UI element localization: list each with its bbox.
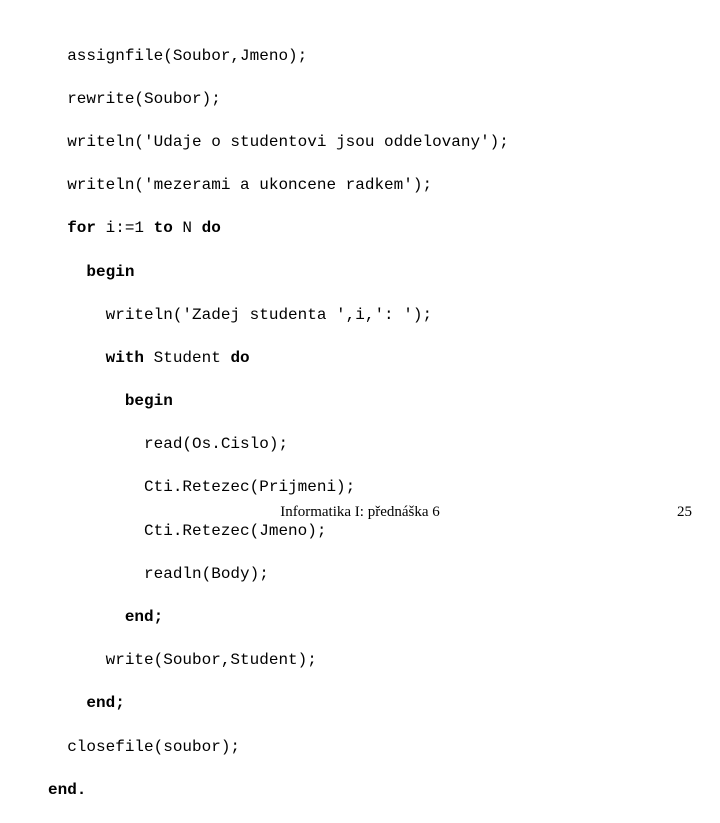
- code-line: begin: [48, 262, 720, 284]
- footer-title: Informatika I: přednáška 6: [0, 502, 720, 522]
- code-block: assignfile(Soubor,Jmeno); rewrite(Soubor…: [0, 0, 720, 823]
- code-line: rewrite(Soubor);: [48, 89, 720, 111]
- code-line: read(Os.Cislo);: [48, 434, 720, 456]
- slide-footer: Informatika I: přednáška 6 25: [0, 502, 720, 522]
- code-line: end;: [48, 607, 720, 629]
- code-line: begin: [48, 391, 720, 413]
- code-line: closefile(soubor);: [48, 737, 720, 759]
- code-line: assignfile(Soubor,Jmeno);: [48, 46, 720, 68]
- code-line: write(Soubor,Student);: [48, 650, 720, 672]
- code-line: end;: [48, 693, 720, 715]
- code-line: end.: [48, 780, 720, 802]
- code-line: readln(Body);: [48, 564, 720, 586]
- code-line: with Student do: [48, 348, 720, 370]
- code-line: writeln('mezerami a ukoncene radkem');: [48, 175, 720, 197]
- code-line: Cti.Retezec(Prijmeni);: [48, 477, 720, 499]
- code-line: writeln('Udaje o studentovi jsou oddelov…: [48, 132, 720, 154]
- code-line: Cti.Retezec(Jmeno);: [48, 521, 720, 543]
- code-line: for i:=1 to N do: [48, 218, 720, 240]
- footer-page-number: 25: [677, 502, 692, 522]
- code-line: writeln('Zadej studenta ',i,': ');: [48, 305, 720, 327]
